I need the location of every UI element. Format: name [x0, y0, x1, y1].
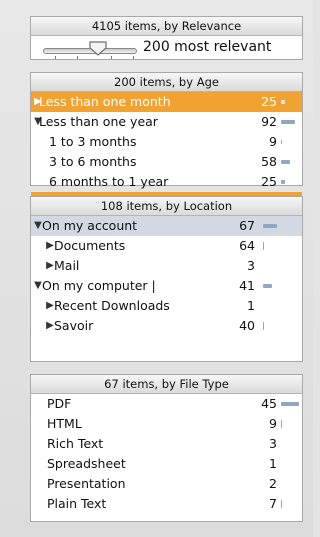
row-count: 25 — [261, 94, 277, 109]
row-label: Rich Text — [47, 436, 104, 451]
row-label: PDF — [47, 396, 72, 411]
row-count: 25 — [261, 174, 277, 189]
location-filter-row[interactable]: ▼ On my account 67 — [31, 216, 302, 236]
file-type-filter-row[interactable]: HTML 9 — [31, 414, 302, 434]
location-filter-row[interactable]: ▶ Documents 64 — [31, 236, 302, 256]
row-label: On my account — [42, 218, 138, 233]
row-label: Less than one month — [39, 94, 171, 109]
count-bar — [281, 120, 295, 124]
row-count: 41 — [239, 278, 255, 293]
age-filter-row[interactable]: 1 to 3 months 9 — [31, 132, 302, 152]
row-label: Presentation — [47, 476, 126, 491]
age-header: 200 items, by Age — [31, 73, 302, 92]
slider-tick — [133, 56, 134, 59]
age-panel: 200 items, by Age ▶ Less than one month 25… — [30, 72, 303, 212]
filter-sidebar: 4105 items, by Relevance 200 most releva… — [0, 0, 313, 537]
relevance-header: 4105 items, by Relevance — [31, 17, 302, 36]
row-label: Less than one year — [39, 114, 158, 129]
file-type-filter-row[interactable]: PDF 45 — [31, 394, 302, 414]
count-bar — [281, 100, 285, 104]
relevance-label: 200 most relevant — [143, 39, 272, 55]
row-count: 2 — [269, 476, 277, 491]
row-label: On my computer | — [42, 278, 156, 293]
slider-tick — [111, 56, 112, 59]
row-count: 1 — [269, 456, 277, 471]
row-count: 7 — [269, 496, 277, 511]
location-panel: 108 items, by Location ▼ On my account 67 ▶… — [30, 196, 303, 362]
row-label: Savoir — [54, 318, 94, 333]
age-filter-row[interactable]: 6 months to 1 year 25 — [31, 172, 302, 192]
location-list: ▼ On my account 67 ▶ Documents 64 ▶ Mail 3 ▼ On my… — [31, 216, 302, 336]
age-list: ▶ Less than one month 25 ▼ Less than one yea… — [31, 92, 302, 212]
count-bar — [263, 284, 272, 288]
file-type-filter-row[interactable]: Rich Text 3 — [31, 434, 302, 454]
slider-thumb[interactable] — [88, 40, 108, 56]
location-filter-row[interactable]: ▶ Savoir 40 — [31, 316, 302, 336]
row-label: Plain Text — [47, 496, 107, 511]
age-filter-row[interactable]: 3 to 6 months 58 — [31, 152, 302, 172]
row-label: Mail — [54, 258, 80, 273]
row-count: 67 — [239, 218, 255, 233]
row-count: 3 — [269, 436, 277, 451]
count-bar — [281, 402, 299, 406]
row-label: Spreadsheet — [47, 456, 126, 471]
row-count: 9 — [269, 416, 277, 431]
row-count: 9 — [269, 134, 277, 149]
relevance-panel: 4105 items, by Relevance 200 most releva… — [30, 16, 303, 60]
count-bar — [281, 420, 282, 428]
row-label: HTML — [47, 416, 82, 431]
age-filter-row[interactable]: ▶ Less than one month 25 — [31, 92, 302, 112]
count-bar — [281, 180, 285, 184]
count-bar — [281, 500, 282, 508]
count-bar — [263, 242, 264, 250]
count-bar — [281, 140, 282, 144]
count-bar — [263, 224, 277, 228]
count-bar — [263, 322, 264, 330]
file-type-filter-row[interactable]: Spreadsheet 1 — [31, 454, 302, 474]
relevance-slider[interactable]: 200 most relevant — [31, 36, 302, 60]
location-filter-row[interactable]: ▶ Recent Downloads 1 — [31, 296, 302, 316]
row-count: 45 — [261, 396, 277, 411]
row-label: Recent Downloads — [54, 298, 170, 313]
count-bar — [281, 160, 290, 164]
row-count: 58 — [261, 154, 277, 169]
row-count: 1 — [247, 298, 255, 313]
row-count: 3 — [247, 258, 255, 273]
file-type-filter-row[interactable]: Plain Text 7 — [31, 494, 302, 514]
location-header: 108 items, by Location — [31, 197, 302, 216]
row-label: 3 to 6 months — [49, 154, 137, 169]
file-type-filter-row[interactable]: Presentation 2 — [31, 474, 302, 494]
slider-tick — [77, 56, 78, 59]
row-label: 1 to 3 months — [49, 134, 137, 149]
file-type-list: PDF 45 HTML 9 Rich Text 3 Spreadsheet 1 Presenta… — [31, 394, 302, 514]
file-type-header: 67 items, by File Type — [31, 375, 302, 394]
row-label: 6 months to 1 year — [49, 174, 169, 189]
age-filter-row[interactable]: ▼ Less than one year 92 — [31, 112, 302, 132]
location-filter-row[interactable]: ▶ Mail 3 — [31, 256, 302, 276]
row-count: 64 — [239, 238, 255, 253]
row-count: 40 — [239, 318, 255, 333]
slider-tick — [55, 56, 56, 59]
file-type-panel: 67 items, by File Type PDF 45 HTML 9 Rich Te… — [30, 374, 303, 522]
row-label: Documents — [54, 238, 126, 253]
location-filter-row[interactable]: ▼ On my computer | 41 — [31, 276, 302, 296]
row-count: 92 — [261, 114, 277, 129]
